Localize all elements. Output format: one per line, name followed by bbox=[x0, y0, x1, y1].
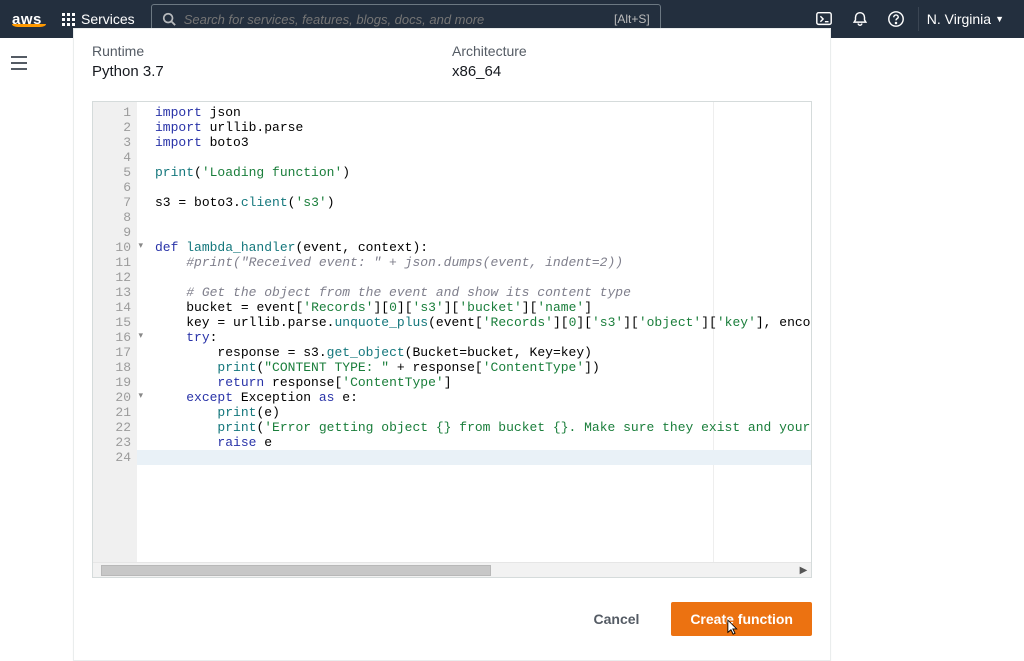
help-icon[interactable] bbox=[882, 5, 910, 33]
region-selector[interactable]: N. Virginia ▼ bbox=[918, 7, 1012, 31]
region-label: N. Virginia bbox=[927, 11, 991, 27]
search-shortcut-hint: [Alt+S] bbox=[614, 12, 650, 26]
mouse-cursor-icon bbox=[727, 619, 741, 637]
scroll-right-arrow[interactable]: ▶ bbox=[796, 563, 811, 578]
meta-row: Runtime Python 3.7 Architecture x86_64 bbox=[74, 29, 830, 101]
runtime-value: Python 3.7 bbox=[92, 63, 452, 80]
side-nav-toggle[interactable] bbox=[10, 56, 28, 70]
cancel-button[interactable]: Cancel bbox=[576, 602, 658, 636]
grid-icon bbox=[62, 13, 75, 26]
code-editor[interactable]: 123456789101112131415161718192021222324 … bbox=[92, 101, 812, 578]
architecture-label: Architecture bbox=[452, 43, 812, 59]
scrollbar-thumb[interactable] bbox=[101, 565, 491, 576]
runtime-label: Runtime bbox=[92, 43, 452, 59]
function-config-panel: Runtime Python 3.7 Architecture x86_64 1… bbox=[73, 28, 831, 661]
editor-content[interactable]: import jsonimport urllib.parseimport bot… bbox=[137, 102, 811, 468]
chevron-down-icon: ▼ bbox=[995, 14, 1004, 24]
create-function-label: Create function bbox=[690, 611, 793, 627]
action-buttons: Cancel Create function bbox=[74, 578, 830, 660]
architecture-value: x86_64 bbox=[452, 63, 812, 80]
editor-gutter: 123456789101112131415161718192021222324 bbox=[93, 102, 137, 562]
notifications-icon[interactable] bbox=[846, 5, 874, 33]
aws-logo[interactable]: aws bbox=[12, 12, 46, 27]
search-input[interactable] bbox=[184, 12, 606, 27]
create-function-button[interactable]: Create function bbox=[671, 602, 812, 636]
services-label: Services bbox=[81, 11, 135, 27]
search-icon bbox=[162, 12, 176, 26]
editor-horizontal-scrollbar[interactable]: ▶ bbox=[93, 562, 811, 577]
